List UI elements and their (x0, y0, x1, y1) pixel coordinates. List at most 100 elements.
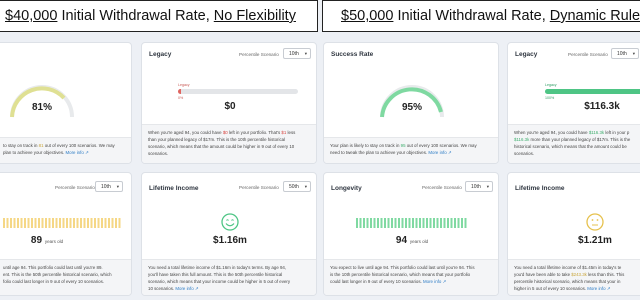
left-header-middle: Initial Withdrawal Rate, (57, 8, 214, 24)
longevity-stripe (118, 218, 121, 228)
longevity-stripe (10, 218, 12, 228)
more-info-link[interactable]: More info ↗ (175, 286, 198, 291)
longevity-stripe (94, 218, 96, 228)
chevron-down-icon: ▾ (304, 184, 307, 189)
right-success-card: Success Rate 95% Your plan is likely to … (323, 42, 499, 164)
success-gauge (10, 85, 74, 118)
footer-text: You need a total lifetime income of $1.4… (514, 265, 622, 270)
longevity-stripe (3, 218, 5, 228)
smile-icon (221, 213, 239, 231)
longevity-stripe (97, 218, 100, 228)
longevity-stripe (41, 218, 44, 228)
longevity-stripe (412, 218, 414, 228)
right-legacy-footer: When you're aged 94, you could have $116… (508, 124, 640, 163)
legacy-bar-fill (178, 89, 181, 94)
footer-text: higher in 5 out of every 10 scenarios. (514, 286, 588, 291)
chevron-down-icon: ▾ (486, 184, 489, 189)
more-info-link[interactable]: More info ↗ (423, 279, 446, 284)
longevity-stripe (443, 218, 446, 228)
card-title: Success Rate (331, 51, 374, 58)
legacy-bar (545, 89, 640, 94)
footer-text: you'll have taken this full amount. This… (148, 272, 283, 277)
longevity-stripe (464, 218, 467, 228)
percentile-select[interactable]: 10th ▾ (611, 48, 639, 59)
longevity-stripe (426, 218, 428, 228)
footer-text: out of every 100 scenarios. We may (405, 143, 477, 148)
more-info-link[interactable]: More info ↗ (428, 150, 451, 155)
longevity-stripe (359, 218, 362, 228)
right-income-value: $1.21m (578, 235, 612, 246)
longevity-stripe (45, 218, 47, 228)
footer-text: out of every 100 scenarios. We may (43, 143, 115, 148)
select-value: 50th (289, 184, 299, 190)
left-success-footer: to stay on track in 81 out of every 100 … (0, 137, 131, 163)
longevity-stripe (384, 218, 386, 228)
longevity-stripe (31, 218, 33, 228)
footer-text: left in your portfolio. That's (227, 130, 282, 135)
left-legacy-card: Legacy Percentile Scenario 10th ▾ Legacy … (141, 42, 317, 164)
longevity-stripe (111, 218, 114, 228)
footer-text: 10 scenarios. (148, 286, 176, 291)
longevity-stripe (62, 218, 65, 228)
card-title: Longevity (331, 185, 362, 192)
percentile-scenario-label: Percentile Scenario (239, 52, 279, 57)
longevity-stripe (356, 218, 358, 228)
footer-text: historical scenario, which means that th… (514, 144, 627, 149)
footer-text: you'd have been able to take (514, 272, 572, 277)
income-highlight: $243.3k (571, 272, 587, 277)
more-info-link[interactable]: More info ↗ (65, 150, 88, 155)
footer-text: is the 10th percentile historical scenar… (330, 272, 471, 277)
chevron-down-icon: ▾ (632, 51, 635, 56)
longevity-stripe (419, 218, 421, 228)
left-income-card: Lifetime Income Percentile Scenario 50th… (141, 172, 317, 296)
longevity-stripe (387, 218, 390, 228)
right-legacy-value: $116.3k (584, 101, 620, 112)
footer-text: percentile historical scenario, which me… (514, 279, 621, 284)
longevity-stripe (27, 218, 30, 228)
longevity-stripe (391, 218, 393, 228)
success-gauge (380, 85, 444, 118)
years-old-label: years old (409, 239, 429, 244)
select-value: 10th (289, 51, 299, 57)
footer-text: scenario, which means that your income c… (148, 279, 291, 284)
footer-text: left in your p (604, 130, 630, 135)
longevity-stripe (76, 218, 79, 228)
longevity-stripe (34, 218, 37, 228)
right-comparison-header: $50,000 Initial Withdrawal Rate, Dynamic… (322, 0, 640, 32)
legacy-highlight: $116.3k (514, 137, 530, 142)
right-header-amount: $50,000 (341, 8, 394, 24)
footer-text: more than your planned legacy of $17m. T… (529, 137, 631, 142)
more-info-link[interactable]: More info ↗ (587, 286, 610, 291)
longevity-stripe (461, 218, 463, 228)
longevity-stripe (104, 218, 107, 228)
card-title: Legacy (515, 51, 538, 58)
right-success-footer: Your plan is likely to stay on track in … (324, 137, 498, 163)
percentile-select[interactable]: 10th ▾ (465, 181, 493, 192)
footer-text: Your plan is likely to stay on track in (330, 143, 401, 148)
legacy-bar-bottom-label: 0% (178, 96, 184, 100)
right-longevity-footer: You expect to live until age 94. This po… (324, 259, 498, 295)
card-title: Legacy (149, 51, 172, 58)
years-old-label: years old (44, 239, 64, 244)
footer-text: When you're aged 94, you could have (148, 130, 223, 135)
percentile-scenario-label: Percentile Scenario (422, 185, 462, 190)
left-comparison-header: $40,000 Initial Withdrawal Rate, No Flex… (0, 0, 318, 32)
longevity-stripe (380, 218, 383, 228)
left-header-amount: $40,000 (5, 8, 58, 24)
footer-text: until age 94. This portfolio could last … (3, 265, 103, 270)
percentile-select[interactable]: 10th ▾ (283, 48, 311, 59)
longevity-stripe (405, 218, 407, 228)
longevity-stripe (363, 218, 365, 228)
percentile-select[interactable]: 50th ▾ (283, 181, 311, 192)
select-value: 10th (617, 51, 627, 57)
longevity-stripe (398, 218, 400, 228)
footer-text: scenarios. (514, 151, 535, 156)
left-longevity-value: 89 years old (17, 235, 77, 246)
longevity-stripe (377, 218, 379, 228)
longevity-stripe (370, 218, 372, 228)
footer-text: to stay on track in (3, 143, 39, 148)
right-header-policy: Dynamic Rules (549, 8, 640, 24)
longevity-stripe (373, 218, 376, 228)
footer-text: ent. This is the 50th percentile histori… (3, 272, 112, 277)
percentile-select[interactable]: 10th ▾ (95, 181, 123, 192)
